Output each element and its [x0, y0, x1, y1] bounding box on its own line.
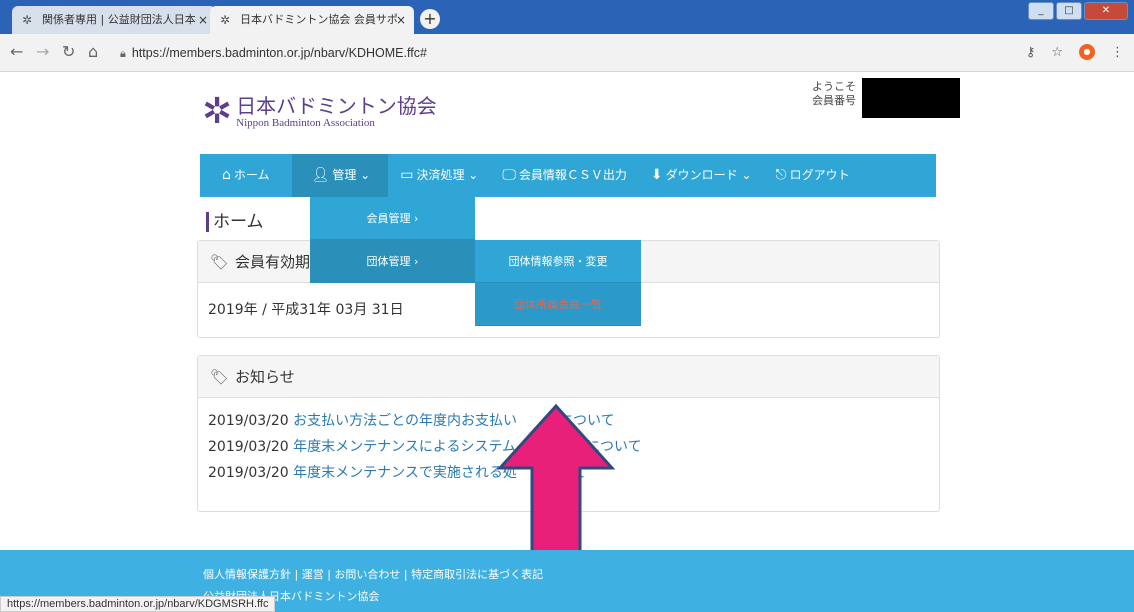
nav-csv[interactable]: 🖵︎ 会員情報ＣＳＶ出力	[490, 154, 639, 197]
star-icon[interactable]: ☆	[1051, 45, 1063, 60]
reload-icon[interactable]: ↻	[62, 42, 75, 62]
welcome-block: ようこそ 会員番号	[812, 80, 856, 108]
user-icon: 👤︎	[311, 167, 330, 183]
member-number-label: 会員番号	[812, 94, 856, 107]
nav-home[interactable]: ⌂ ホーム	[200, 154, 292, 197]
badminton-logo-icon: ✲	[22, 13, 33, 27]
main-nav: ⌂ ホーム 👤︎ 管理 ⌄ ▭ 決済処理 ⌄ 🖵︎ 会員情報ＣＳＶ出力 ⬇ ダウンロード …	[200, 154, 936, 197]
tab-title: 日本バドミントン協会 会員サポ	[240, 13, 398, 26]
browser-tab-strip: ✲ 関係者専用 | 公益財団法人日本 × ✲ 日本バドミントン協会 会員サポ ×…	[0, 0, 1134, 34]
logo-en: Nippon Badminton Association	[236, 117, 375, 129]
maximize-icon[interactable]: □	[1056, 2, 1082, 20]
footer-links[interactable]: 個人情報保護方針 | 運営 | お問い合わせ | 特定商取引法に基づく表記	[203, 566, 543, 582]
page-title: ホーム	[206, 212, 264, 232]
nav-manage[interactable]: 👤︎ 管理 ⌄	[291, 154, 389, 197]
new-tab-button[interactable]: +	[420, 9, 440, 29]
tag-icon: 🏷︎	[210, 253, 230, 271]
close-icon[interactable]: ×	[396, 6, 406, 34]
group-submenu: 団体情報参照・変更 団体所属会員一覧	[475, 240, 641, 326]
status-bar-url: https://members.badminton.or.jp/nbarv/KD…	[0, 596, 276, 612]
download-icon: ⬇	[650, 167, 663, 183]
badminton-logo-icon: ✲	[202, 91, 233, 132]
menu-group-info[interactable]: 団体情報参照・変更	[475, 240, 641, 283]
chevron-down-icon: ⌄	[468, 168, 479, 182]
home-icon[interactable]: ⌂	[88, 42, 98, 62]
minimize-icon[interactable]: _	[1028, 2, 1054, 20]
page: ✲ 日本バドミントン協会 Nippon Badminton Associatio…	[0, 72, 1134, 612]
forward-icon[interactable]: →	[36, 42, 49, 62]
back-icon[interactable]: ←	[10, 42, 23, 62]
tab-title: 関係者専用 | 公益財団法人日本	[42, 13, 196, 26]
url-text: https://members.badminton.or.jp/nbarv/KD…	[131, 46, 427, 60]
menu-group-manage[interactable]: 団体管理 ›	[310, 240, 475, 283]
profile-avatar-icon[interactable]: ●	[1079, 44, 1095, 60]
menu-member-manage[interactable]: 会員管理 ›	[310, 197, 475, 240]
manage-dropdown: 会員管理 › 団体管理 ›	[310, 197, 475, 283]
tag-icon: 🏷︎	[210, 368, 230, 386]
badminton-logo-icon: ✲	[220, 13, 231, 27]
welcome-text: ようこそ	[812, 80, 856, 93]
browser-tab-1[interactable]: ✲ 関係者専用 | 公益財団法人日本 ×	[12, 6, 216, 34]
news-header: お知らせ	[235, 368, 295, 386]
nav-download[interactable]: ⬇ ダウンロード ⌄	[639, 154, 764, 197]
redacted-box	[862, 78, 960, 118]
validity-header: 会員有効期	[235, 253, 311, 271]
credit-card-icon: ▭	[400, 167, 414, 183]
monitor-icon: 🖵︎	[502, 167, 516, 183]
nav-payment[interactable]: ▭ 決済処理 ⌄	[388, 154, 490, 197]
association-logo[interactable]: ✲ 日本バドミントン協会 Nippon Badminton Associatio…	[202, 94, 437, 130]
chevron-down-icon: ⌄	[741, 168, 752, 182]
logo-jp: 日本バドミントン協会	[236, 94, 437, 118]
nav-logout[interactable]: ⎋ ログアウト	[764, 154, 862, 197]
home-icon: ⌂	[222, 167, 231, 183]
lock-icon: 🔒︎	[120, 48, 126, 60]
key-icon[interactable]: ⚷	[1026, 45, 1036, 60]
menu-icon[interactable]: ⋮	[1111, 45, 1124, 60]
url-field[interactable]: 🔒︎ https://members.badminton.or.jp/nbarv/…	[120, 40, 1020, 66]
window-controls: _ □ ✕	[1028, 2, 1128, 20]
close-icon[interactable]: ×	[198, 6, 208, 34]
menu-group-members[interactable]: 団体所属会員一覧	[475, 283, 641, 326]
chevron-down-icon: ⌄	[360, 168, 371, 182]
address-bar: ← → ↻ ⌂ 🔒︎ https://members.badminton.or.j…	[0, 34, 1134, 72]
browser-tab-2[interactable]: ✲ 日本バドミントン協会 会員サポ ×	[210, 6, 414, 34]
window-close-icon[interactable]: ✕	[1084, 2, 1128, 20]
logout-icon: ⎋	[775, 167, 787, 183]
